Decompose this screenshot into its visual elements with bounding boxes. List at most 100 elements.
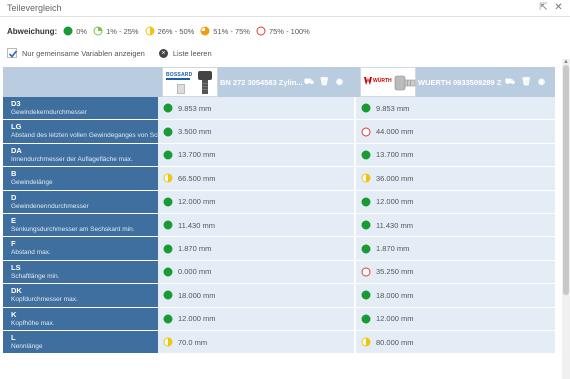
screw-image-icon <box>394 75 416 91</box>
deviation-full-icon <box>163 267 173 277</box>
attribute-label: DK Kopfdurchmesser max. <box>3 284 158 307</box>
value-text: 36.000 mm <box>376 173 414 183</box>
deviation-half-icon <box>145 26 155 36</box>
product-2-value: 18.000 mm <box>356 284 555 307</box>
value-text: 18.000 mm <box>178 290 216 300</box>
product-1-details-icon[interactable]: ◉ <box>335 77 344 86</box>
deviation-half-icon <box>163 173 173 183</box>
value-text: 13.700 mm <box>376 150 414 160</box>
options-bar: Nur gemeinsame Variablen anzeigen × List… <box>7 47 212 59</box>
value-text: 66.500 mm <box>178 173 216 183</box>
product-2-value: 12.000 mm <box>356 190 555 213</box>
checkmark-icon <box>8 50 18 58</box>
attribute-code: D <box>11 192 17 202</box>
product-1-value: 13.700 mm <box>158 143 354 167</box>
product-1-value: 66.500 mm <box>158 167 354 190</box>
value-text: 3.500 mm <box>178 127 212 137</box>
deviation-full-icon <box>361 220 371 230</box>
value-text: 1.870 mm <box>376 244 410 254</box>
deviation-threequarter-icon <box>200 26 210 36</box>
value-text: 18.000 mm <box>376 290 414 300</box>
clear-list-button[interactable]: × Liste leeren <box>158 48 212 58</box>
deviation-full-icon <box>361 290 371 300</box>
legend-item-label: 1% - 25% <box>106 26 139 36</box>
product-1-value: 70.0 mm <box>158 330 354 354</box>
attribute-code: DK <box>11 286 22 296</box>
attribute-description: Kopfdurchmesser max. <box>11 296 78 304</box>
product-1-value: 9.853 mm <box>158 97 354 120</box>
product-1-name[interactable]: BN 272 3054583 Zylin... <box>220 78 304 87</box>
common-vars-checkbox[interactable] <box>7 48 18 58</box>
attribute-code: E <box>11 215 17 225</box>
attribute-code: B <box>11 169 17 179</box>
attribute-description: Kopfhöhe max. <box>11 319 55 327</box>
attribute-label: F Abstand max. <box>3 237 158 260</box>
table-body: D3 Gewindekerndurchmesser 9.853 mm 9.853 mm… <box>3 97 555 355</box>
deviation-legend: Abweichung: 0% 1% - 25% 26% - 50% 51% - 75%… <box>7 25 316 37</box>
product-1-value: 0.000 mm <box>158 260 354 284</box>
value-text: 12.000 mm <box>178 314 216 324</box>
product-1-cart-icon[interactable]: ⛟ <box>304 77 314 86</box>
value-text: 12.000 mm <box>178 197 216 207</box>
attribute-label: B Gewindelänge <box>3 167 158 190</box>
title-bar: Teilevergleich ⇱ ✕ <box>0 0 570 17</box>
product-2-cart-icon[interactable]: ⛟ <box>505 77 515 86</box>
legend-label: Abweichung: <box>7 26 58 36</box>
table-row: K Kopfhöhe max. 12.000 mm 12.000 mm <box>3 307 555 331</box>
product-1-delete-icon[interactable]: 🗑 <box>319 77 329 86</box>
legend-item: 0% <box>63 26 87 36</box>
header-spacer <box>3 67 158 97</box>
attribute-label: D3 Gewindekerndurchmesser <box>3 97 158 120</box>
attribute-description: Abstand des letzten vollen Gewindeganges… <box>11 132 158 140</box>
product-2-value: 11.430 mm <box>356 213 555 237</box>
value-text: 13.700 mm <box>178 150 216 160</box>
product-2-name[interactable]: WUERTH 0933509289 Zy... <box>418 78 502 87</box>
product-1-value: 12.000 mm <box>158 307 354 330</box>
product-1-small-photo <box>177 84 185 94</box>
deviation-full-icon <box>163 314 173 324</box>
scrollbar-thumb[interactable] <box>563 65 569 295</box>
attribute-code: DA <box>11 145 22 155</box>
table-row: E Senkungsdurchmesser am Sechskant min. 11… <box>3 213 555 238</box>
deviation-full-icon <box>163 150 173 160</box>
product-2-details-icon[interactable]: ◉ <box>537 77 546 86</box>
legend-item: 75% - 100% <box>256 26 310 36</box>
attribute-code: K <box>11 309 17 319</box>
popout-icon[interactable]: ⇱ <box>538 2 549 13</box>
close-icon[interactable]: ✕ <box>553 2 564 13</box>
product-1-value: 18.000 mm <box>158 284 354 307</box>
attribute-description: Innendurchmesser der Auflagefläche max. <box>11 155 133 163</box>
attribute-code: L <box>11 332 16 342</box>
deviation-full-icon <box>163 244 173 254</box>
window-title: Teilevergleich <box>7 3 62 13</box>
attribute-description: Gewindenenndurchmesser <box>11 202 89 210</box>
value-text: 11.430 mm <box>178 220 215 230</box>
common-vars-label[interactable]: Nur gemeinsame Variablen anzeigen <box>22 49 145 58</box>
legend-item: 51% - 75% <box>200 26 250 36</box>
product-1-thumbnail[interactable]: BOSSARD <box>162 67 218 97</box>
product-2-thumbnail[interactable]: WÜRTH <box>360 67 416 97</box>
table-row: DA Innendurchmesser der Auflagefläche max… <box>3 143 555 168</box>
attribute-label: D Gewindenenndurchmesser <box>3 190 158 213</box>
deviation-full-icon <box>163 103 173 113</box>
product-2-value: 13.700 mm <box>356 143 555 167</box>
legend-item-label: 51% - 75% <box>213 26 250 36</box>
table-row: D Gewindenenndurchmesser 12.000 mm 12.000 m… <box>3 190 555 214</box>
deviation-full-icon <box>163 127 173 137</box>
table-row: LG Abstand des letzten vollen Gewindegang… <box>3 120 555 144</box>
product-2-delete-icon[interactable]: 🗑 <box>521 77 531 86</box>
value-text: 9.853 mm <box>178 103 212 113</box>
table-row: D3 Gewindekerndurchmesser 9.853 mm 9.853 mm <box>3 97 555 121</box>
legend-item: 1% - 25% <box>93 26 139 36</box>
attribute-label: DA Innendurchmesser der Auflagefläche max… <box>3 143 158 167</box>
legend-item: 26% - 50% <box>145 26 195 36</box>
clear-list-label: Liste leeren <box>172 48 212 58</box>
legend-item-label: 26% - 50% <box>157 26 195 36</box>
value-text: 11.430 mm <box>376 220 413 230</box>
product-2-value: 35.250 mm <box>356 260 555 284</box>
product-column-1: BOSSARD BN 272 3054583 Zylin... ⛟ 🗑 ◉ <box>158 67 354 97</box>
product-1-value: 3.500 mm <box>158 120 354 143</box>
deviation-full-icon <box>361 197 371 207</box>
scrollbar[interactable]: ▲ <box>562 59 570 379</box>
deviation-full-icon <box>163 220 173 230</box>
